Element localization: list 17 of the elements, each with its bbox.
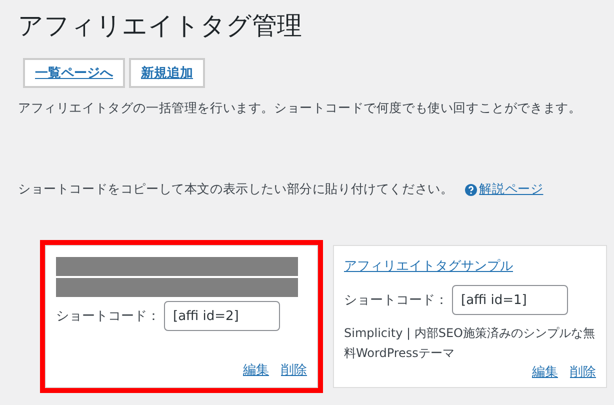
tag-title-link[interactable]: アフィリエイトタグサンプル (344, 257, 596, 275)
nav-button[interactable]: 一覧ページへ (23, 58, 125, 88)
delete-link[interactable]: 削除 (570, 363, 596, 381)
shortcode-label: ショートコード： (56, 308, 160, 325)
shortcode-label: ショートコード： (344, 292, 448, 309)
help-icon (465, 184, 478, 196)
edit-link[interactable]: 編集 (532, 363, 558, 381)
tag-description: Simplicity | 内部SEO施策済みのシンプルな無料WordPressテーマ (344, 325, 596, 362)
help-link[interactable]: 解説ページ (479, 181, 544, 198)
page-title: アフィリエイトタグ管理 (18, 10, 303, 42)
description-text: アフィリエイトタグの一括管理を行います。ショートコードで何度でも使い回すことができます。 (18, 100, 582, 117)
delete-link[interactable]: 削除 (281, 361, 307, 379)
nav-button[interactable]: 新規追加 (129, 58, 205, 88)
instruction-text: ショートコードをコピーして本文の表示したい部分に貼り付けてください。 (18, 181, 454, 198)
shortcode-field[interactable]: [affi id=2] (164, 301, 280, 331)
edit-link[interactable]: 編集 (243, 361, 269, 379)
shortcode-field[interactable]: [affi id=1] (452, 285, 568, 315)
